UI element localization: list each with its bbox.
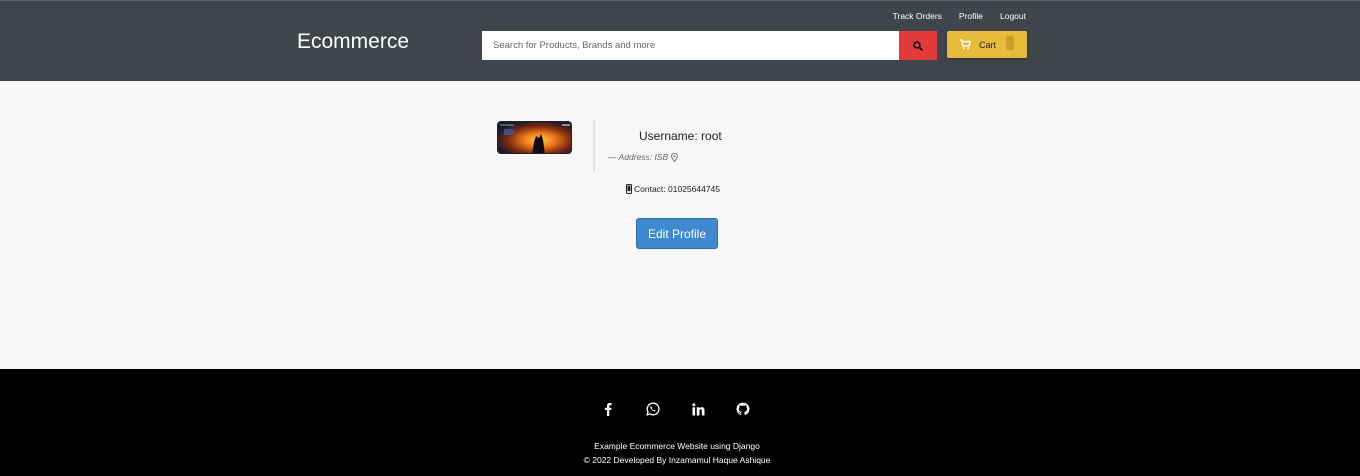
- cart-icon: [959, 39, 971, 50]
- top-navbar: Ecommerce Track Orders Profile Logout Ca…: [0, 0, 1360, 81]
- footer-copyright: © 2022 Developed By Inzamamul Haque Ashi…: [583, 455, 771, 465]
- social-links: [600, 401, 751, 417]
- vertical-divider: [593, 121, 595, 171]
- profile-section: Username: root — Address: ISB Contact: 0…: [0, 81, 1360, 369]
- whatsapp-icon[interactable]: [645, 401, 661, 417]
- cart-label: Cart: [979, 39, 997, 50]
- track-orders-link[interactable]: Track Orders: [893, 11, 942, 21]
- linkedin-icon[interactable]: [690, 401, 706, 417]
- mobile-phone-icon: [626, 184, 632, 194]
- top-links: Track Orders Profile Logout: [893, 11, 1026, 21]
- search-button[interactable]: [899, 31, 937, 60]
- contact-text: Contact: 01025644745: [634, 184, 721, 194]
- cart-button[interactable]: Cart: [947, 31, 1027, 58]
- footer-description: Example Ecommerce Website using Django: [594, 441, 760, 451]
- search-input[interactable]: [482, 31, 899, 60]
- address-line: — Address: ISB: [608, 152, 679, 162]
- edit-profile-button[interactable]: Edit Profile: [636, 218, 718, 249]
- github-icon[interactable]: [735, 401, 751, 417]
- logout-link[interactable]: Logout: [1000, 11, 1026, 21]
- profile-link[interactable]: Profile: [959, 11, 983, 21]
- username-text: Username: root: [639, 129, 722, 143]
- address-text: — Address: ISB: [608, 152, 669, 162]
- facebook-icon[interactable]: [600, 401, 616, 417]
- contact-line: Contact: 01025644745: [626, 184, 720, 194]
- search-icon: [913, 40, 923, 51]
- profile-avatar: [497, 121, 572, 154]
- cart-count-badge: [1006, 36, 1014, 50]
- footer: Example Ecommerce Website using Django ©…: [0, 369, 1360, 476]
- brand-logo[interactable]: Ecommerce: [297, 30, 409, 54]
- map-marker-icon: [671, 152, 679, 162]
